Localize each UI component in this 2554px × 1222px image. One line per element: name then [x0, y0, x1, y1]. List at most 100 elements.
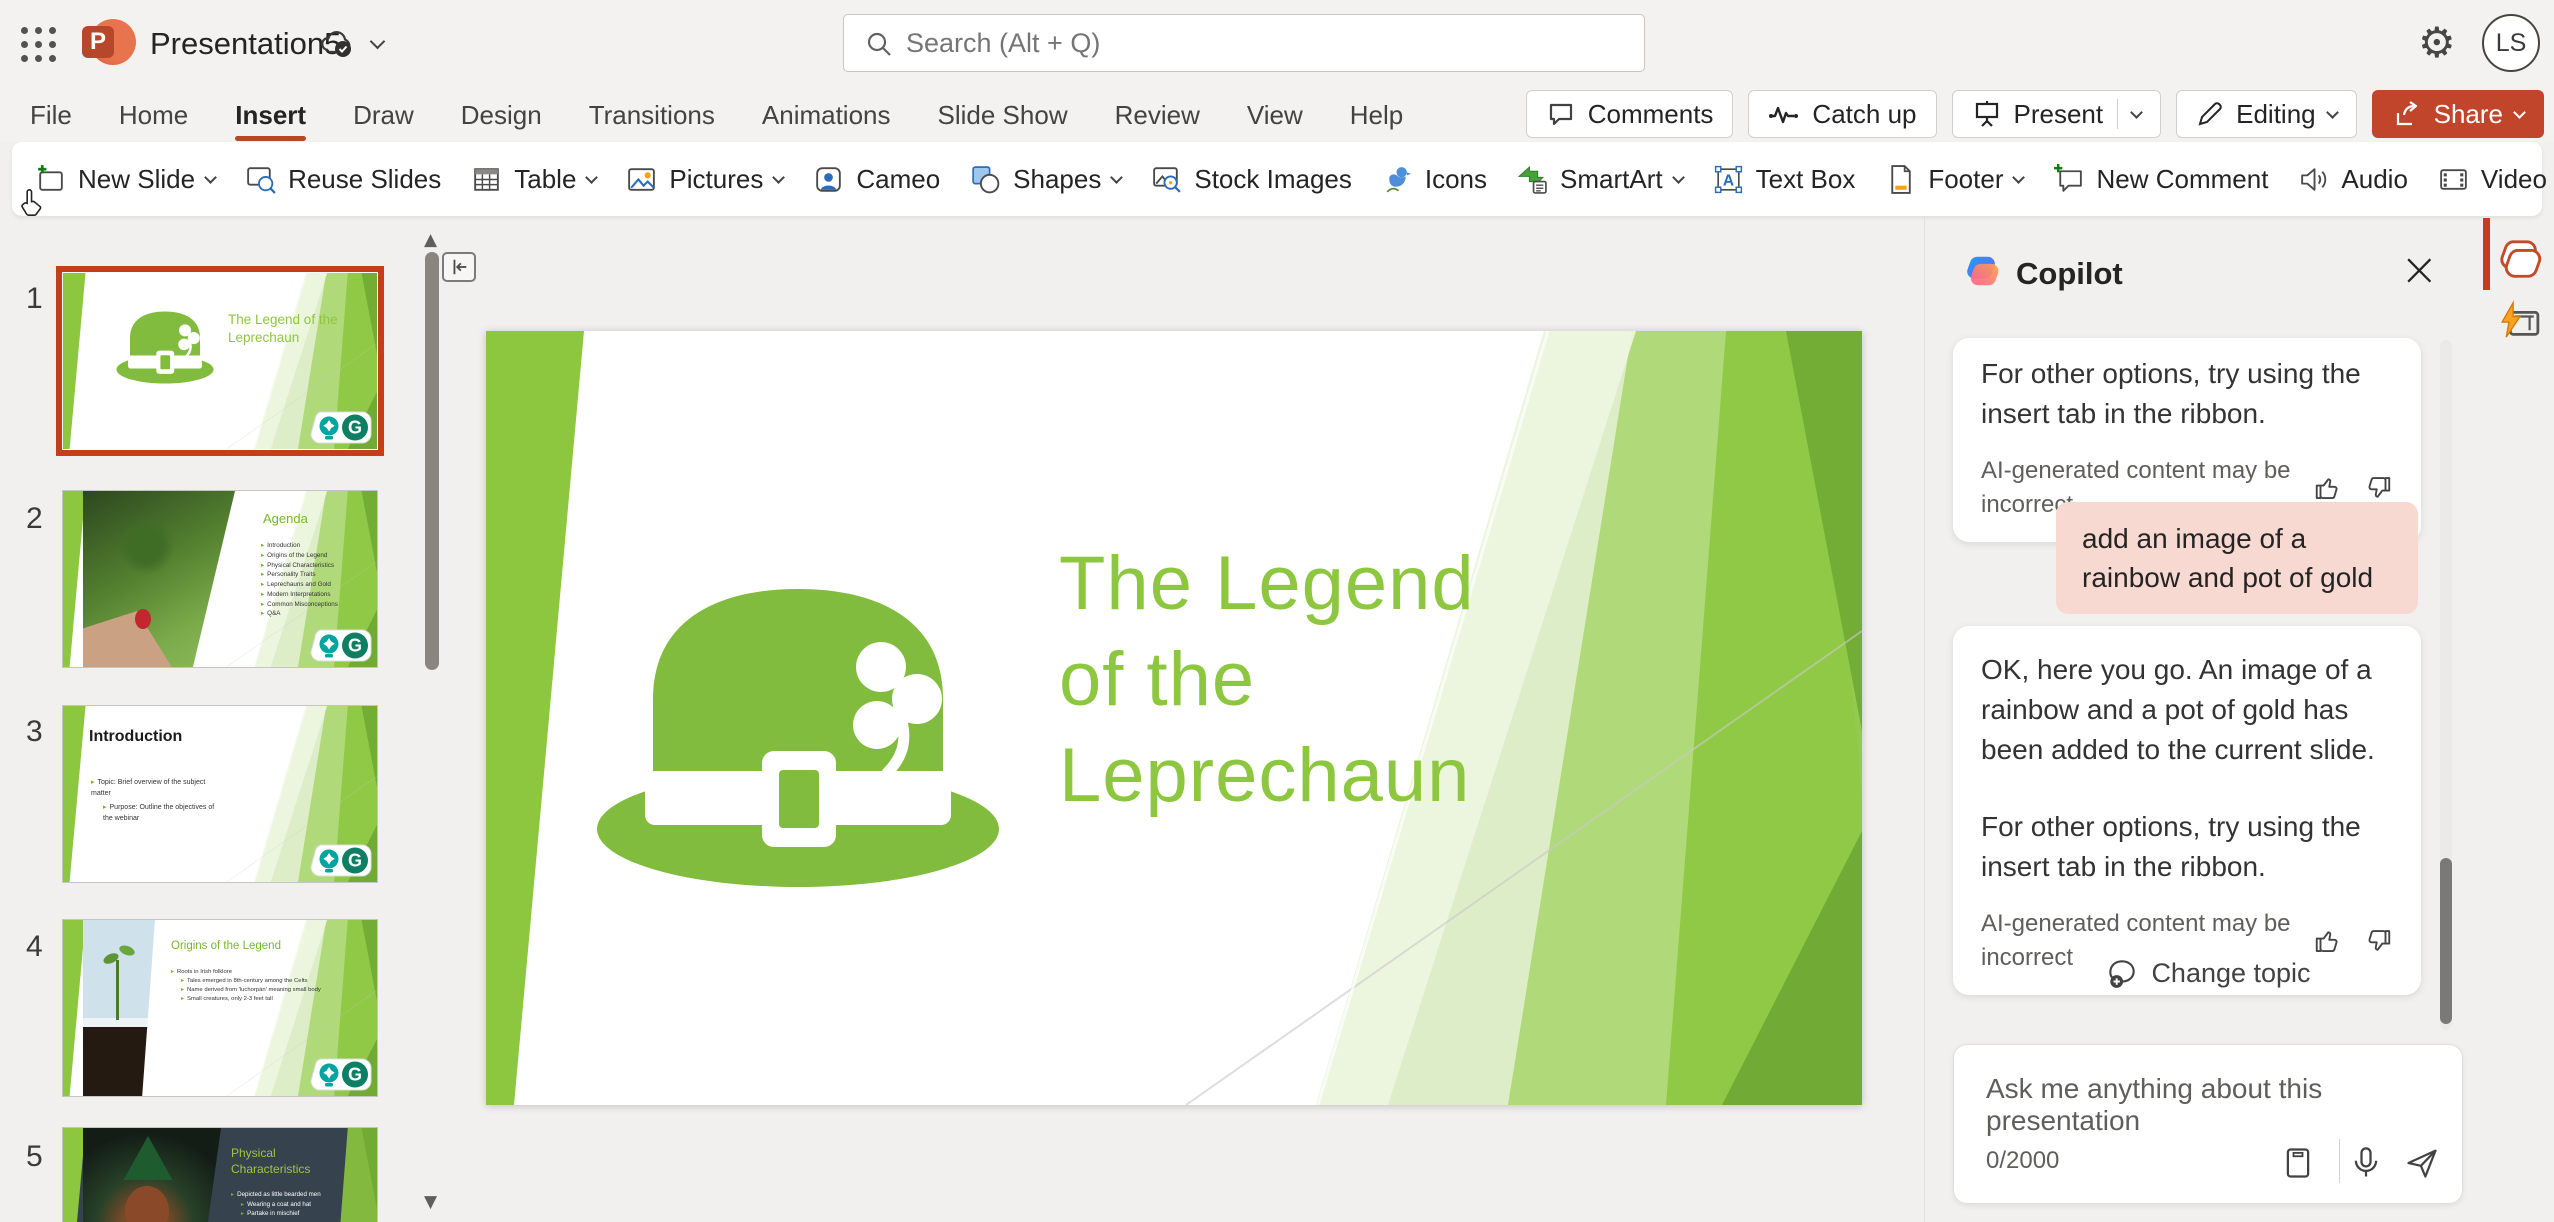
app-launcher-button[interactable]: [18, 24, 58, 64]
menu-tab-slide-show[interactable]: Slide Show: [938, 100, 1068, 131]
document-title[interactable]: Presentation5: [150, 26, 341, 62]
input-icons-divider: [2339, 1139, 2340, 1183]
shapes-icon: [969, 163, 1002, 196]
footer-button[interactable]: Footer: [1884, 163, 2023, 196]
search-bar[interactable]: [843, 14, 1645, 72]
thumbs-up-icon[interactable]: [2313, 926, 2343, 956]
svg-text:A: A: [1723, 172, 1734, 189]
autosave-cloud-icon[interactable]: [318, 26, 354, 67]
copilot-message-text: For other options, try using the insert …: [1981, 807, 2393, 887]
new-comment-button[interactable]: New Comment: [2052, 163, 2268, 196]
chevron-down-icon: [2013, 171, 2026, 184]
menu-tab-draw[interactable]: Draw: [353, 100, 414, 131]
copilot-pane-tab-icon[interactable]: [2498, 236, 2544, 282]
share-chevron-icon: [2513, 106, 2526, 119]
pictures-icon: [625, 163, 658, 196]
menu-tab-design[interactable]: Design: [461, 100, 542, 131]
video-icon: [2437, 163, 2470, 196]
search-input[interactable]: [906, 15, 1626, 71]
thumbnails-scrollbar-thumb[interactable]: [425, 252, 439, 670]
slide-thumbnail-3[interactable]: Introduction Topic: Brief overview of th…: [62, 705, 378, 883]
thumb-title: Introduction: [89, 728, 182, 746]
copilot-input-placeholder[interactable]: Ask me anything about this presentation: [1986, 1073, 2462, 1137]
menu-tab-home[interactable]: Home: [119, 100, 188, 131]
ribbon-label: Pictures: [669, 164, 763, 195]
slide-thumbnail-1[interactable]: The Legend of the Leprechaun: [62, 272, 378, 450]
text-box-button[interactable]: A Text Box: [1712, 163, 1856, 196]
slide-thumbnail-2[interactable]: Agenda Introduction Origins of the Legen…: [62, 490, 378, 668]
slide-canvas[interactable]: The Legend of the Leprechaun: [486, 331, 1862, 1105]
smartart-icon: [1516, 163, 1549, 196]
menu-tab-animations[interactable]: Animations: [762, 100, 891, 131]
shapes-button[interactable]: Shapes: [969, 163, 1121, 196]
footer-icon: [1884, 163, 1917, 196]
text-box-icon: A: [1712, 163, 1745, 196]
slide-number: 3: [26, 715, 43, 749]
grammarly-badge-icon: [310, 629, 372, 662]
thumbnails-scroll-down-icon[interactable]: ▼: [424, 1192, 437, 1212]
pictures-button[interactable]: Pictures: [625, 163, 783, 196]
menu-tab-insert[interactable]: Insert: [235, 100, 306, 131]
ribbon-label: Cameo: [856, 164, 940, 195]
thumbnails-scroll-up-icon[interactable]: ▲: [424, 230, 437, 250]
editing-label: Editing: [2236, 99, 2316, 130]
slide-number: 1: [26, 282, 43, 316]
menu-tab-review[interactable]: Review: [1115, 100, 1200, 131]
slide-title-textbox[interactable]: The Legend of the Leprechaun: [1059, 536, 1475, 823]
active-pane-indicator: [2483, 218, 2490, 290]
copilot-scrollbar-thumb[interactable]: [2440, 858, 2452, 1024]
present-chevron-icon[interactable]: [2130, 106, 2143, 119]
close-icon[interactable]: ×: [2400, 242, 2439, 296]
leprechaun-hat-image[interactable]: [591, 581, 1005, 899]
table-button[interactable]: Table: [470, 163, 596, 196]
audio-button[interactable]: Audio: [2297, 163, 2408, 196]
editing-mode-button[interactable]: Editing: [2176, 90, 2357, 138]
icons-button[interactable]: Icons: [1381, 163, 1487, 196]
present-icon: [1972, 99, 2002, 129]
smartart-button[interactable]: SmartArt: [1516, 163, 1683, 196]
catch-up-label: Catch up: [1812, 99, 1916, 130]
new-slide-button[interactable]: New Slide: [34, 163, 215, 196]
settings-gear-icon[interactable]: ⚙: [2418, 18, 2456, 67]
thumbs-down-icon[interactable]: [2363, 473, 2393, 503]
copilot-input-box[interactable]: Ask me anything about this presentation …: [1953, 1044, 2463, 1204]
slide-thumbnail-4[interactable]: Origins of the Legend Roots in Irish fol…: [62, 919, 378, 1097]
comment-icon: [1546, 99, 1576, 129]
video-button[interactable]: Video: [2437, 163, 2554, 196]
menu-tab-help[interactable]: Help: [1350, 100, 1403, 131]
cameo-button[interactable]: Cameo: [812, 163, 940, 196]
comments-button[interactable]: Comments: [1526, 90, 1734, 138]
menu-tab-view[interactable]: View: [1247, 100, 1303, 131]
thumbs-down-icon[interactable]: [2363, 926, 2393, 956]
new-comment-icon: [2052, 163, 2085, 196]
menu-tab-file[interactable]: File: [30, 100, 72, 131]
slide-thumbnail-5[interactable]: Physical Characteristics Depicted as lit…: [62, 1127, 378, 1222]
editing-chevron-icon: [2326, 106, 2339, 119]
slide-title-line: of the: [1059, 632, 1475, 728]
menu-tab-transitions[interactable]: Transitions: [589, 100, 715, 131]
copilot-message-text: OK, here you go. An image of a rainbow a…: [1981, 650, 2393, 769]
collapse-thumbnail-pane-button[interactable]: [442, 252, 476, 282]
share-button[interactable]: Share: [2372, 90, 2544, 138]
copilot-panel-title: Copilot: [2016, 256, 2123, 292]
change-topic-button[interactable]: Change topic: [1953, 956, 2463, 990]
stock-images-icon: [1150, 163, 1183, 196]
thumbs-up-icon[interactable]: [2313, 473, 2343, 503]
microphone-icon[interactable]: [2348, 1145, 2384, 1181]
document-title-chevron-icon[interactable]: [370, 34, 386, 50]
title-bar: P Presentation5 ⚙ LS: [0, 0, 2554, 88]
prompt-notebook-icon[interactable]: [2280, 1145, 2316, 1181]
present-split-button[interactable]: Present: [1952, 90, 2162, 138]
user-avatar[interactable]: LS: [2482, 14, 2540, 72]
reuse-slides-button[interactable]: Reuse Slides: [244, 163, 441, 196]
leprechaun-hat-image: [115, 309, 215, 387]
designer-pane-tab-icon[interactable]: [2498, 300, 2542, 344]
chevron-down-icon: [1110, 171, 1123, 184]
ribbon-label: Shapes: [1013, 164, 1101, 195]
catch-up-button[interactable]: Catch up: [1748, 90, 1936, 138]
send-icon[interactable]: [2404, 1145, 2440, 1181]
split-divider: [2117, 99, 2118, 129]
stock-images-button[interactable]: Stock Images: [1150, 163, 1352, 196]
powerpoint-logo-icon[interactable]: P: [82, 16, 136, 70]
new-slide-icon: [34, 163, 67, 196]
